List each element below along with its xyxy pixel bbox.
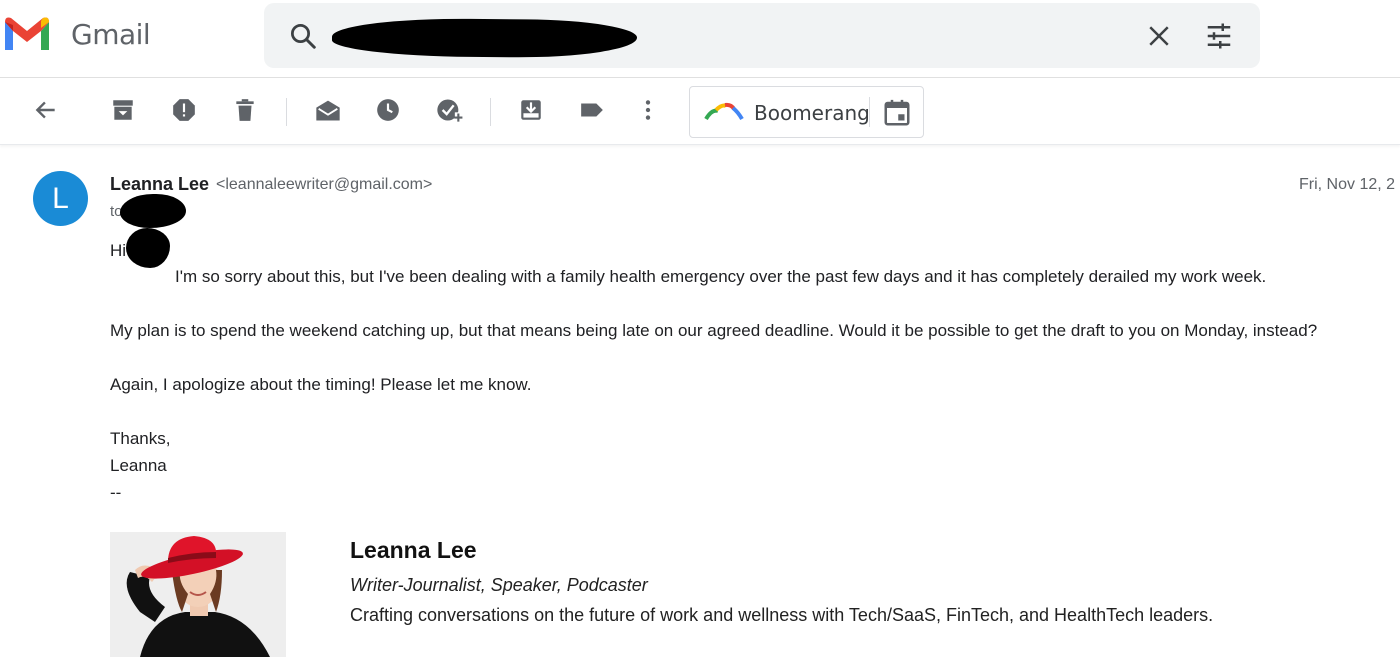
redaction-mark [120,194,186,228]
signature-name: Leanna Lee [350,537,477,563]
add-to-tasks-button[interactable] [434,95,464,125]
signature-title: Writer-Journalist, Speaker, Podcaster [350,575,648,595]
mark-unread-icon [316,100,340,121]
sender-name[interactable]: Leanna Lee [110,174,209,195]
toolbar-divider [286,98,287,126]
gmail-logo-icon[interactable] [2,14,52,54]
archive-icon [113,100,133,120]
message-date[interactable]: Fri, Nov 12, 2 [1299,176,1395,194]
signature-separator: -- [110,483,122,502]
search-icon[interactable] [288,21,318,51]
more-options-button[interactable] [633,95,663,125]
report-spam-icon [173,99,195,121]
signature-photo [110,532,286,657]
search-options-icon[interactable] [1204,21,1234,51]
redaction-mark [126,228,170,268]
back-arrow-icon [35,101,55,119]
body-paragraph: My plan is to spend the weekend catching… [110,321,1318,340]
body-paragraph: I'm so sorry about this, but I've been d… [175,267,1267,286]
label-button[interactable] [577,95,607,125]
sender-avatar[interactable]: L [33,171,88,226]
sender-email: <leannaleewriter@gmail.com> [216,176,433,193]
delete-button[interactable] [230,95,260,125]
body-paragraph: Again, I apologize about the timing! Ple… [110,375,532,394]
label-icon [581,103,603,117]
back-button[interactable] [31,95,61,125]
snooze-button[interactable] [373,95,403,125]
boomerang-widget[interactable]: Boomerang [689,86,924,138]
boomerang-label: Boomerang [754,101,870,125]
portrait-image [110,532,286,657]
boomerang-divider [869,97,870,127]
body-signoff-name: Leanna [110,456,167,475]
add-task-icon [437,99,463,122]
mark-unread-button[interactable] [313,95,343,125]
toolbar-divider [490,98,491,126]
move-to-button[interactable] [516,95,546,125]
signature-tagline: Crafting conversations on the future of … [350,605,1214,625]
top-bar: Gmail [0,0,1400,78]
more-vert-icon [645,100,651,120]
move-to-icon [521,100,541,120]
archive-button[interactable] [108,95,138,125]
boomerang-logo-icon [704,102,744,121]
body-closing: Thanks, [110,429,171,448]
report-spam-button[interactable] [169,95,199,125]
calendar-icon[interactable] [882,98,912,128]
greeting: Hi [110,241,127,260]
app-name[interactable]: Gmail [71,18,151,51]
search-bar[interactable] [264,3,1260,68]
delete-icon [236,99,254,121]
close-icon[interactable] [1144,21,1174,51]
message-toolbar: Boomerang [0,79,1400,145]
snooze-icon [377,99,399,121]
